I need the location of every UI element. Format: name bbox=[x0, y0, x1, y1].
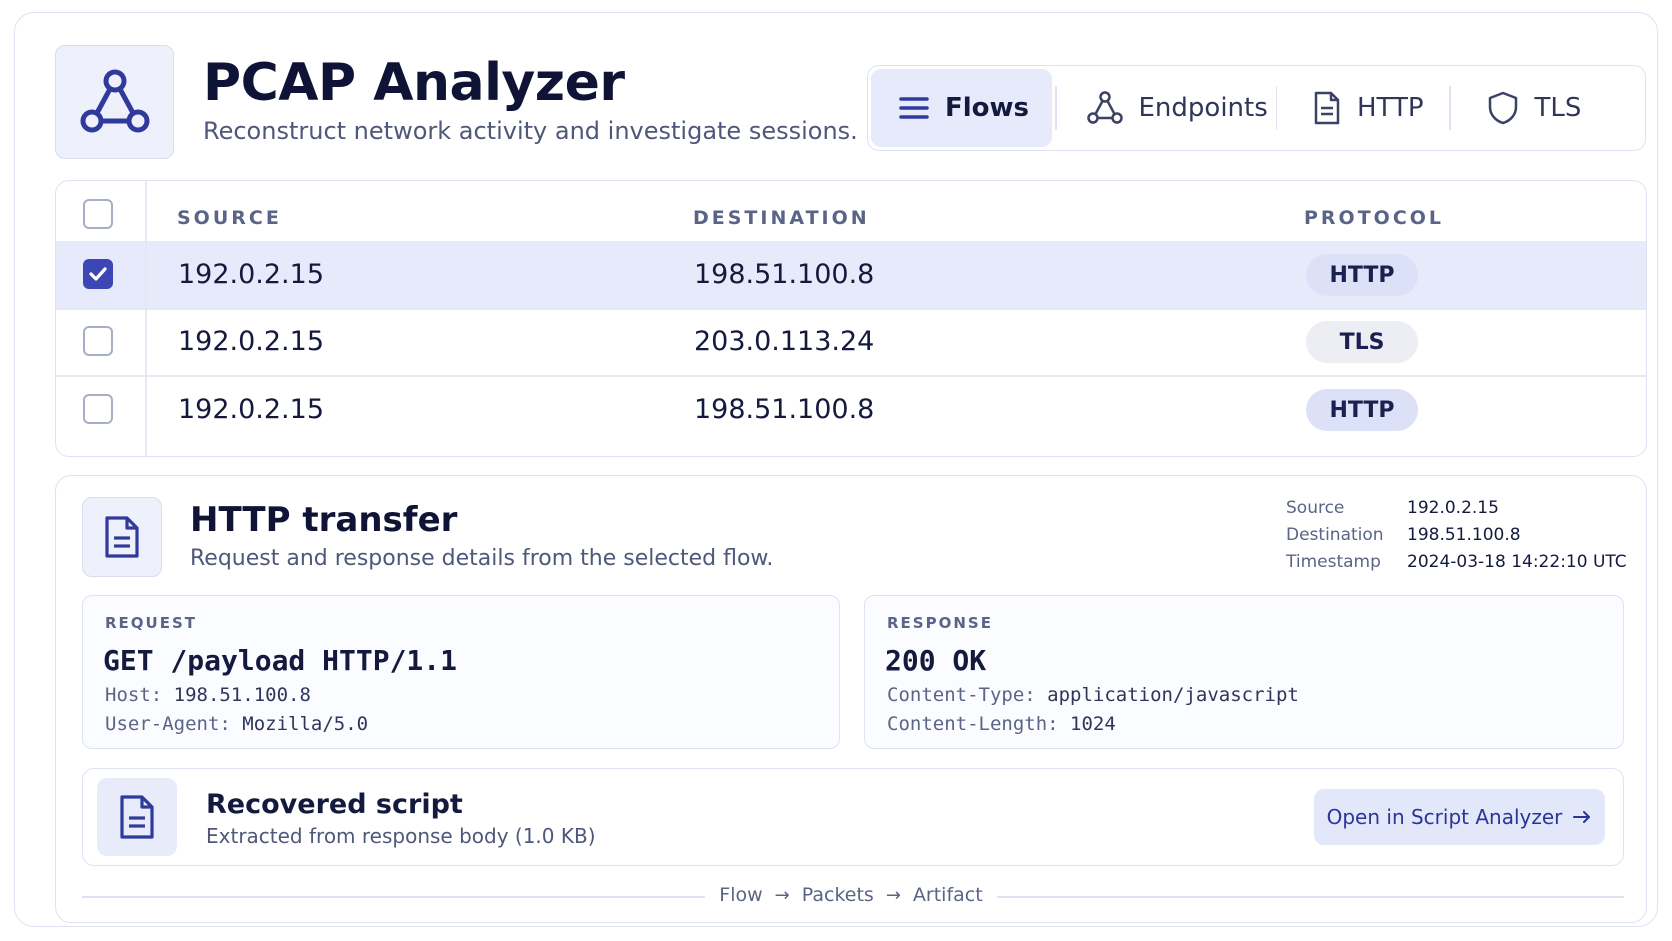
table-row[interactable]: 192.0.2.15 203.0.113.24 TLS bbox=[56, 308, 1646, 376]
tab-http[interactable]: HTTP bbox=[1277, 66, 1449, 150]
app-title: PCAP Analyzer bbox=[203, 53, 625, 113]
breadcrumb-item-packets[interactable]: Packets bbox=[802, 884, 874, 906]
header-value: application/javascript bbox=[1047, 684, 1299, 706]
app-window: PCAP Analyzer Reconstruct network activi… bbox=[14, 12, 1658, 927]
protocol-badge: TLS bbox=[1306, 321, 1418, 363]
protocol-badge: HTTP bbox=[1306, 389, 1418, 431]
tab-label: TLS bbox=[1534, 93, 1582, 123]
network-graph-icon bbox=[1086, 91, 1123, 124]
header-key: Host: bbox=[105, 684, 163, 706]
destination-cell: 198.51.100.8 bbox=[694, 259, 875, 290]
arrow-right-icon: → bbox=[885, 884, 901, 906]
checkbox-column-divider bbox=[145, 181, 147, 456]
tab-label: Flows bbox=[945, 93, 1030, 123]
request-line: GET /payload HTTP/1.1 bbox=[103, 644, 458, 677]
http-transfer-panel: HTTP transfer Request and response detai… bbox=[55, 475, 1647, 923]
row-checkbox[interactable] bbox=[83, 259, 113, 289]
detail-title: HTTP transfer bbox=[190, 500, 458, 540]
meta-source-value: 192.0.2.15 bbox=[1407, 498, 1499, 518]
tab-tls[interactable]: TLS bbox=[1451, 66, 1611, 150]
meta-timestamp-label: Timestamp bbox=[1286, 552, 1381, 572]
document-icon bbox=[1314, 91, 1340, 125]
tab-flows[interactable]: Flows bbox=[871, 69, 1052, 147]
response-status: 200 OK bbox=[885, 644, 987, 677]
select-all-checkbox[interactable] bbox=[83, 199, 113, 229]
meta-destination-label: Destination bbox=[1286, 525, 1384, 545]
request-label: REQUEST bbox=[105, 614, 198, 632]
tab-endpoints[interactable]: Endpoints bbox=[1057, 66, 1276, 150]
request-header: User-Agent: Mozilla/5.0 bbox=[105, 713, 368, 735]
header-value: 1024 bbox=[1070, 713, 1116, 735]
header-value: Mozilla/5.0 bbox=[242, 713, 369, 735]
row-checkbox[interactable] bbox=[83, 326, 113, 356]
meta-timestamp-value: 2024-03-18 14:22:10 UTC bbox=[1407, 552, 1627, 572]
header-key: Content-Length: bbox=[887, 713, 1059, 735]
flows-table: SOURCE DESTINATION PROTOCOL 192.0.2.15 1… bbox=[55, 180, 1647, 457]
breadcrumb-item-artifact[interactable]: Artifact bbox=[913, 884, 983, 906]
open-in-script-analyzer-button[interactable]: Open in Script Analyzer bbox=[1314, 789, 1605, 845]
document-icon bbox=[120, 795, 154, 839]
artifact-subtitle: Extracted from response body (1.0 KB) bbox=[206, 824, 596, 848]
request-header: Host: 198.51.100.8 bbox=[105, 684, 311, 706]
tab-label: Endpoints bbox=[1138, 93, 1268, 123]
source-cell: 192.0.2.15 bbox=[178, 259, 324, 290]
header-key: Content-Type: bbox=[887, 684, 1036, 706]
response-header: Content-Type: application/javascript bbox=[887, 684, 1299, 706]
header-value: 198.51.100.8 bbox=[173, 684, 311, 706]
table-row[interactable]: 192.0.2.15 198.51.100.8 HTTP bbox=[56, 241, 1646, 309]
tab-label: HTTP bbox=[1357, 93, 1424, 123]
response-label: RESPONSE bbox=[887, 614, 993, 632]
list-icon bbox=[899, 97, 929, 119]
source-cell: 192.0.2.15 bbox=[178, 394, 324, 425]
artifact-title: Recovered script bbox=[206, 789, 463, 820]
column-header-protocol[interactable]: PROTOCOL bbox=[1304, 207, 1444, 229]
network-graph-icon bbox=[80, 69, 149, 133]
row-checkbox[interactable] bbox=[83, 394, 113, 424]
destination-cell: 198.51.100.8 bbox=[694, 394, 875, 425]
table-row[interactable]: 192.0.2.15 198.51.100.8 HTTP bbox=[56, 376, 1646, 444]
tab-bar: Flows Endpoints HTTP TLS bbox=[867, 65, 1646, 151]
app-logo bbox=[55, 45, 174, 159]
breadcrumb-trail: Flow → Packets → Artifact bbox=[705, 884, 997, 906]
request-panel: REQUEST GET /payload HTTP/1.1 Host: 198.… bbox=[82, 595, 840, 749]
table-header: SOURCE DESTINATION PROTOCOL bbox=[56, 181, 1646, 247]
column-header-destination[interactable]: DESTINATION bbox=[693, 207, 870, 229]
destination-cell: 203.0.113.24 bbox=[694, 326, 875, 357]
breadcrumb-item-flow[interactable]: Flow bbox=[719, 884, 762, 906]
header-key: User-Agent: bbox=[105, 713, 231, 735]
detail-icon-tile bbox=[82, 497, 162, 577]
document-icon bbox=[105, 516, 139, 558]
meta-destination-value: 198.51.100.8 bbox=[1407, 525, 1521, 545]
detail-subtitle: Request and response details from the se… bbox=[190, 546, 774, 571]
shield-icon bbox=[1488, 91, 1517, 125]
script-icon-tile bbox=[97, 778, 177, 856]
protocol-badge: HTTP bbox=[1306, 254, 1418, 296]
source-cell: 192.0.2.15 bbox=[178, 326, 324, 357]
response-header: Content-Length: 1024 bbox=[887, 713, 1116, 735]
app-subtitle: Reconstruct network activity and investi… bbox=[203, 117, 858, 145]
arrow-right-icon bbox=[1573, 811, 1591, 823]
response-panel: RESPONSE 200 OK Content-Type: applicatio… bbox=[864, 595, 1624, 749]
checkmark-icon bbox=[89, 267, 107, 281]
button-label: Open in Script Analyzer bbox=[1326, 805, 1563, 829]
column-header-source[interactable]: SOURCE bbox=[177, 207, 282, 229]
arrow-right-icon: → bbox=[774, 884, 790, 906]
breadcrumb: Flow → Packets → Artifact bbox=[56, 884, 1646, 906]
recovered-script-item: Recovered script Extracted from response… bbox=[82, 768, 1624, 866]
meta-source-label: Source bbox=[1286, 498, 1345, 518]
